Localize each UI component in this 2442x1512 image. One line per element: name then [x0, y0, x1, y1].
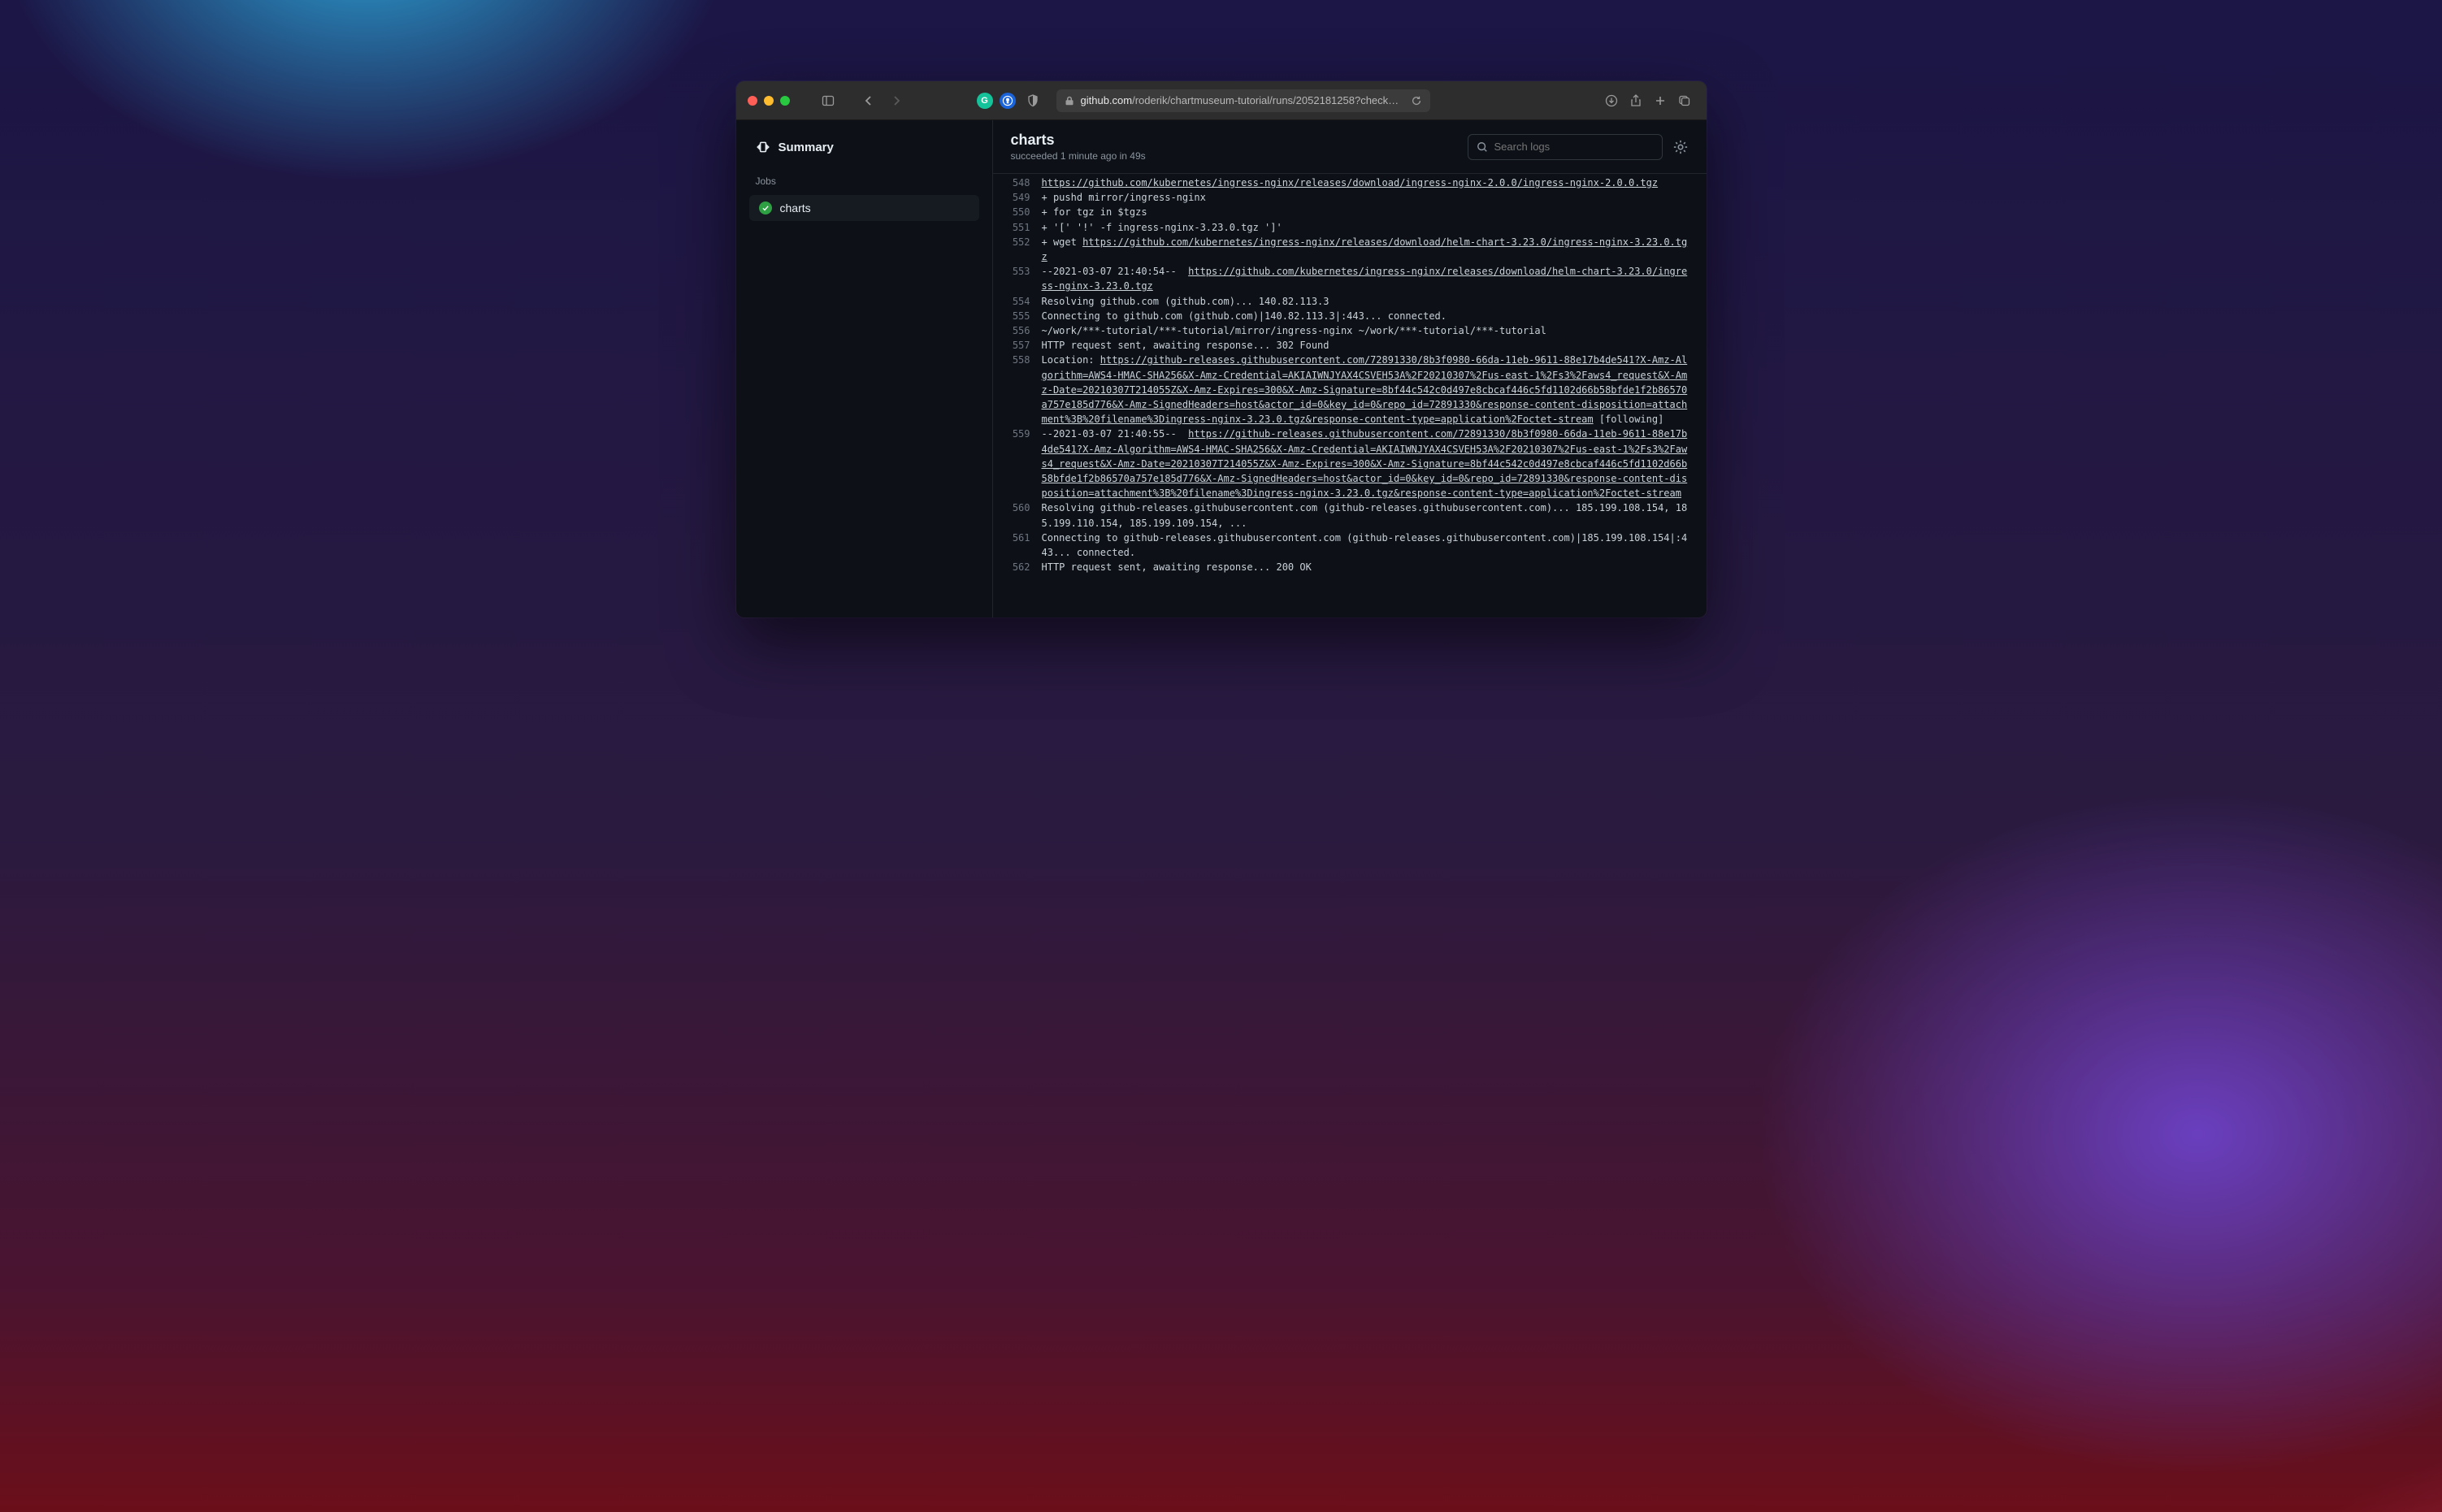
success-status-icon — [759, 201, 772, 214]
search-logs-field[interactable] — [1468, 134, 1663, 160]
line-number: 551 — [1009, 220, 1042, 235]
address-bar[interactable]: github.com/roderik/chartmuseum-tutorial/… — [1056, 89, 1430, 112]
grammarly-extension-icon[interactable]: G — [977, 93, 993, 109]
line-number: 549 — [1009, 190, 1042, 205]
line-number: 556 — [1009, 323, 1042, 338]
browser-toolbar: G github.com/roderik/chartmuseum-tutoria… — [736, 81, 1707, 120]
search-icon — [1477, 141, 1488, 153]
line-number: 553 — [1009, 264, 1042, 279]
line-text: HTTP request sent, awaiting response... … — [1042, 338, 1690, 353]
window-controls — [748, 96, 790, 106]
gear-icon[interactable] — [1672, 139, 1689, 155]
log-link[interactable]: https://github.com/kubernetes/ingress-ng… — [1042, 177, 1659, 188]
tabs-icon — [1678, 94, 1691, 107]
line-text: + pushd mirror/ingress-nginx — [1042, 190, 1690, 205]
line-number: 550 — [1009, 205, 1042, 219]
log-line[interactable]: 554Resolving github.com (github.com)... … — [993, 294, 1707, 309]
log-link[interactable]: https://github-releases.githubuserconten… — [1042, 354, 1688, 425]
log-line[interactable]: 556~/work/***-tutorial/***-tutorial/mirr… — [993, 323, 1707, 338]
job-main-panel: charts succeeded 1 minute ago in 49s 548… — [993, 120, 1707, 617]
log-line[interactable]: 549+ pushd mirror/ingress-nginx — [993, 190, 1707, 205]
line-text: Location: https://github-releases.github… — [1042, 353, 1690, 427]
summary-link[interactable]: Summary — [749, 133, 979, 169]
chevron-right-icon — [890, 94, 903, 107]
line-text: HTTP request sent, awaiting response... … — [1042, 560, 1690, 574]
downloads-button[interactable] — [1601, 90, 1622, 111]
share-button[interactable] — [1625, 90, 1646, 111]
summary-icon — [756, 140, 770, 154]
summary-label: Summary — [779, 141, 834, 154]
search-logs-input[interactable] — [1494, 141, 1654, 153]
new-tab-button[interactable] — [1650, 90, 1671, 111]
line-number: 559 — [1009, 427, 1042, 441]
browser-window: G github.com/roderik/chartmuseum-tutoria… — [736, 81, 1707, 617]
job-status-line: succeeded 1 minute ago in 49s — [1011, 150, 1146, 162]
back-button[interactable] — [858, 90, 879, 111]
line-number: 560 — [1009, 500, 1042, 515]
log-line[interactable]: 555Connecting to github.com (github.com)… — [993, 309, 1707, 323]
line-text: + '[' '!' -f ingress-nginx-3.23.0.tgz ']… — [1042, 220, 1690, 235]
line-text: + for tgz in $tgzs — [1042, 205, 1690, 219]
log-line[interactable]: 560Resolving github-releases.githubuserc… — [993, 500, 1707, 530]
sidebar-toggle-button[interactable] — [818, 90, 839, 111]
chevron-left-icon — [862, 94, 875, 107]
sidebar-icon — [822, 94, 835, 107]
page-content: Summary Jobs charts charts succeeded 1 m… — [736, 120, 1707, 617]
shield-button[interactable] — [1022, 90, 1043, 111]
log-line[interactable]: 557HTTP request sent, awaiting response.… — [993, 338, 1707, 353]
line-number: 562 — [1009, 560, 1042, 574]
line-number: 552 — [1009, 235, 1042, 249]
line-text: ~/work/***-tutorial/***-tutorial/mirror/… — [1042, 323, 1690, 338]
close-window-button[interactable] — [748, 96, 757, 106]
onepassword-extension-icon[interactable] — [1000, 93, 1016, 109]
sidebar-job-label: charts — [780, 201, 811, 214]
log-link[interactable]: https://github-releases.githubuserconten… — [1042, 428, 1688, 499]
line-number: 558 — [1009, 353, 1042, 367]
line-text: Resolving github.com (github.com)... 140… — [1042, 294, 1690, 309]
log-line[interactable]: 558Location: https://github-releases.git… — [993, 353, 1707, 427]
plus-icon — [1654, 94, 1667, 107]
line-text: --2021-03-07 21:40:55-- https://github-r… — [1042, 427, 1690, 500]
line-number: 557 — [1009, 338, 1042, 353]
line-text: Connecting to github-releases.githubuser… — [1042, 531, 1690, 560]
log-link[interactable]: https://github.com/kubernetes/ingress-ng… — [1042, 236, 1688, 262]
reload-icon[interactable] — [1411, 95, 1422, 106]
line-text: --2021-03-07 21:40:54-- https://github.c… — [1042, 264, 1690, 293]
sidebar-job-charts[interactable]: charts — [749, 195, 979, 221]
forward-button[interactable] — [886, 90, 907, 111]
log-line[interactable]: 553--2021-03-07 21:40:54-- https://githu… — [993, 264, 1707, 293]
workflow-sidebar: Summary Jobs charts — [736, 120, 993, 617]
log-line[interactable]: 551+ '[' '!' -f ingress-nginx-3.23.0.tgz… — [993, 220, 1707, 235]
job-header: charts succeeded 1 minute ago in 49s — [993, 120, 1707, 174]
jobs-section-label: Jobs — [749, 169, 979, 195]
keyhole-icon — [1002, 95, 1013, 106]
log-line[interactable]: 548https://github.com/kubernetes/ingress… — [993, 175, 1707, 190]
job-title: charts — [1011, 132, 1146, 149]
minimize-window-button[interactable] — [764, 96, 774, 106]
check-icon — [761, 204, 770, 212]
log-link[interactable]: https://github.com/kubernetes/ingress-ng… — [1042, 266, 1688, 292]
url-text: github.com/roderik/chartmuseum-tutorial/… — [1081, 94, 1404, 106]
maximize-window-button[interactable] — [780, 96, 790, 106]
line-number: 555 — [1009, 309, 1042, 323]
lock-icon — [1065, 96, 1074, 106]
line-text: https://github.com/kubernetes/ingress-ng… — [1042, 175, 1690, 190]
share-icon — [1629, 94, 1642, 107]
log-line[interactable]: 559--2021-03-07 21:40:55-- https://githu… — [993, 427, 1707, 500]
tabs-overview-button[interactable] — [1674, 90, 1695, 111]
line-number: 561 — [1009, 531, 1042, 545]
line-number: 554 — [1009, 294, 1042, 309]
log-line[interactable]: 552+ wget https://github.com/kubernetes/… — [993, 235, 1707, 264]
line-text: Connecting to github.com (github.com)|14… — [1042, 309, 1690, 323]
shield-icon — [1026, 94, 1039, 107]
log-line[interactable]: 562HTTP request sent, awaiting response.… — [993, 560, 1707, 574]
line-number: 548 — [1009, 175, 1042, 190]
download-icon — [1605, 94, 1618, 107]
line-text: + wget https://github.com/kubernetes/ing… — [1042, 235, 1690, 264]
log-line[interactable]: 550+ for tgz in $tgzs — [993, 205, 1707, 219]
desktop-wallpaper: G github.com/roderik/chartmuseum-tutoria… — [0, 0, 2442, 1512]
log-line[interactable]: 561Connecting to github-releases.githubu… — [993, 531, 1707, 560]
line-text: Resolving github-releases.githubusercont… — [1042, 500, 1690, 530]
log-output[interactable]: 548https://github.com/kubernetes/ingress… — [993, 174, 1707, 617]
